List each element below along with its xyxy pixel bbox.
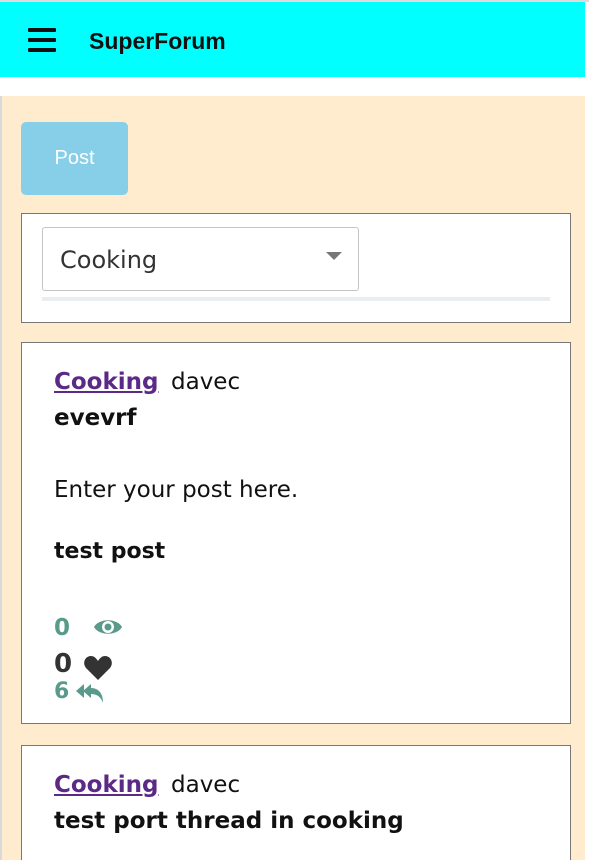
chevron-down-icon bbox=[326, 252, 342, 260]
thread-author: davec bbox=[171, 772, 241, 798]
likes-count: 0 bbox=[54, 649, 73, 679]
thread-body-bold: test post bbox=[54, 539, 166, 564]
select-underline bbox=[42, 297, 550, 301]
thread-category-link[interactable]: Cooking bbox=[54, 772, 159, 798]
thread-body: Enter your post here. bbox=[54, 477, 299, 503]
replies-count: 6 bbox=[54, 679, 70, 704]
hamburger-icon[interactable] bbox=[28, 28, 56, 52]
category-select[interactable]: Cooking bbox=[42, 227, 359, 291]
header-spacer bbox=[0, 77, 589, 96]
top-navbar: SuperForum bbox=[0, 2, 587, 77]
brand-title[interactable]: SuperForum bbox=[89, 28, 226, 55]
thread-title[interactable]: evevrf bbox=[54, 405, 137, 431]
category-select-value: Cooking bbox=[60, 246, 158, 274]
heart-icon[interactable] bbox=[83, 655, 113, 681]
thread-title[interactable]: test port thread in cooking bbox=[54, 808, 404, 834]
category-filter-panel: Cooking bbox=[21, 213, 571, 323]
eye-icon bbox=[94, 620, 122, 634]
views-count: 0 bbox=[54, 615, 71, 641]
reply-all-icon[interactable] bbox=[75, 681, 105, 705]
post-button[interactable]: Post bbox=[21, 122, 128, 195]
thread-card: Cooking davec evevrf Enter your post her… bbox=[21, 342, 571, 724]
thread-category-link[interactable]: Cooking bbox=[54, 369, 159, 395]
thread-author: davec bbox=[171, 369, 241, 395]
thread-card: Cooking davec test port thread in cookin… bbox=[21, 745, 571, 860]
